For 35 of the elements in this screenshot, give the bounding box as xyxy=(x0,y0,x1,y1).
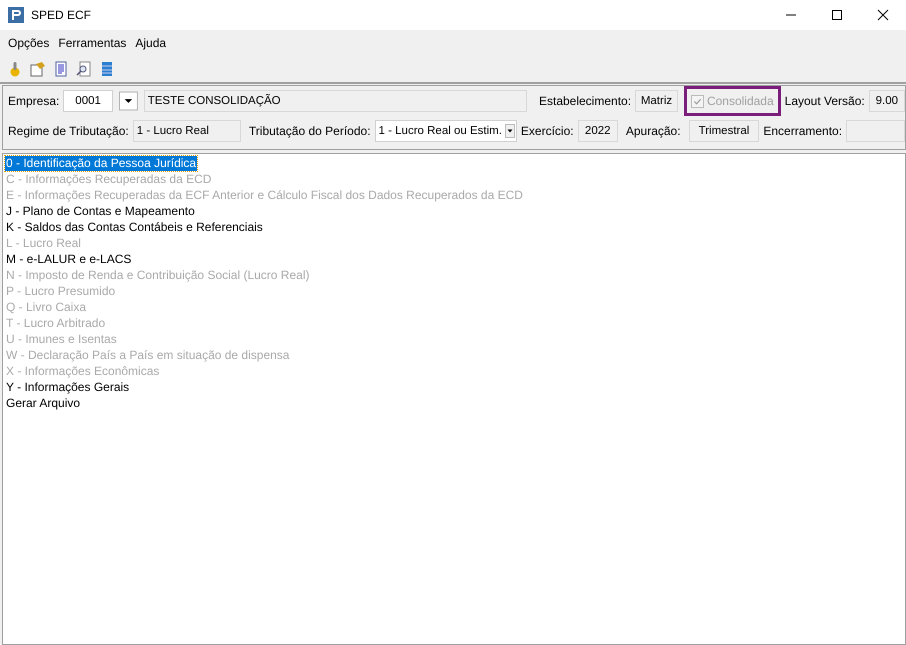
company-name-field: TESTE CONSOLIDAÇÃO xyxy=(144,90,527,112)
database-icon[interactable] xyxy=(99,61,115,77)
field-label: Empresa: xyxy=(8,94,60,108)
block-list-item[interactable]: J - Plano de Contas e Mapeamento xyxy=(5,204,196,218)
window-title: SPED ECF xyxy=(31,8,92,22)
block-list-item[interactable]: K - Saldos das Contas Contábeis e Referenciais xyxy=(5,220,264,234)
dropdown-button[interactable] xyxy=(118,91,138,111)
search-icon[interactable] xyxy=(76,61,92,77)
field-label: Tributação do Período: xyxy=(248,124,371,138)
field-label: Apuração: xyxy=(626,124,681,138)
text-document-icon[interactable] xyxy=(53,61,69,77)
layout-version-field: 9.00 xyxy=(868,90,905,112)
menu-item[interactable]: Ajuda xyxy=(130,36,170,50)
year-field: 2022 xyxy=(578,120,618,142)
period-dropdown[interactable]: 1 - Lucro Real ou Estim. xyxy=(374,120,517,142)
check-icon xyxy=(692,96,702,106)
app-logo-icon xyxy=(8,7,24,23)
block-list-item[interactable]: Gerar Arquivo xyxy=(5,396,82,410)
block-list-item[interactable]: Y - Informações Gerais xyxy=(5,380,130,394)
field-label: Regime de Tributação: xyxy=(8,124,129,138)
block-list-item[interactable]: M - e-LALUR e e-LACS xyxy=(5,252,132,266)
regime-field: 1 - Lucro Real xyxy=(132,120,241,142)
field-label: Exercício: xyxy=(520,124,574,138)
field-label: Estabelecimento: xyxy=(538,94,632,108)
field-label: Layout Versão: xyxy=(784,94,865,108)
block-list-item[interactable]: 0 - Identificação da Pessoa Jurídica xyxy=(5,156,198,170)
company-code-field[interactable]: 0001 xyxy=(63,90,113,112)
maximize-icon[interactable] xyxy=(831,9,843,21)
assessment-field: Trimestral xyxy=(688,120,760,142)
field-label: Encerramento: xyxy=(763,124,842,138)
establishment-field: Matriz xyxy=(635,90,678,112)
menu-item[interactable]: Ferramentas xyxy=(53,36,130,50)
menu-item[interactable]: Opções xyxy=(3,36,54,50)
close-icon[interactable] xyxy=(877,9,889,21)
caret-icon xyxy=(504,124,515,138)
